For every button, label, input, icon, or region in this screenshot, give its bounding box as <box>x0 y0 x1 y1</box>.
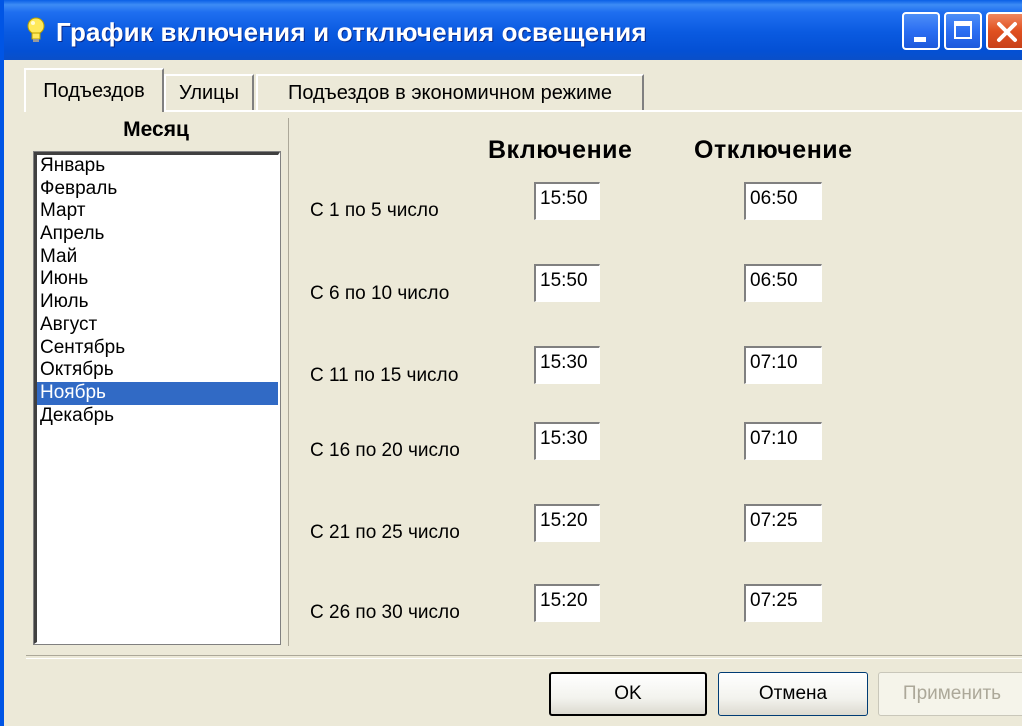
on-column-header: Включение <box>488 136 633 164</box>
month-list-item[interactable]: Июль <box>37 291 278 314</box>
lightbulb-icon <box>26 16 46 44</box>
on-time-field[interactable]: 15:30 <box>534 422 600 460</box>
tab-entrances[interactable]: Подъездов <box>24 68 164 112</box>
apply-button[interactable]: Применить <box>878 672 1022 716</box>
off-time-field[interactable]: 07:25 <box>744 504 822 542</box>
on-time-field[interactable]: 15:50 <box>534 264 600 302</box>
off-time-field[interactable]: 07:10 <box>744 346 822 384</box>
title-bar[interactable]: График включения и отключения освещения <box>4 0 1022 60</box>
panel-divider <box>288 118 289 646</box>
on-time-field[interactable]: 15:30 <box>534 346 600 384</box>
tab-streets[interactable]: Улицы <box>164 74 254 110</box>
range-label: С 26 по 30 число <box>310 602 460 623</box>
month-list-item[interactable]: Апрель <box>37 223 278 246</box>
off-time-field[interactable]: 06:50 <box>744 264 822 302</box>
range-label: С 1 по 5 число <box>310 200 439 221</box>
range-label: С 16 по 20 число <box>310 440 460 461</box>
off-time-field[interactable]: 06:50 <box>744 182 822 220</box>
minimize-button[interactable] <box>902 12 940 50</box>
month-list-item[interactable]: Февраль <box>37 178 278 201</box>
close-icon <box>997 22 1017 42</box>
ok-button[interactable]: OK <box>549 672 707 716</box>
month-list-item[interactable]: Март <box>37 200 278 223</box>
maximize-button[interactable] <box>944 12 982 50</box>
dialog-window: График включения и отключения освещения … <box>0 0 1022 726</box>
off-column-header: Отключение <box>694 136 853 164</box>
month-list-item[interactable]: Август <box>37 314 278 337</box>
off-time-field[interactable]: 07:25 <box>744 584 822 622</box>
cancel-button[interactable]: Отмена <box>718 672 868 716</box>
month-list-item[interactable]: Сентябрь <box>37 337 278 360</box>
off-time-field[interactable]: 07:10 <box>744 422 822 460</box>
on-time-field[interactable]: 15:50 <box>534 182 600 220</box>
footer-separator <box>26 655 1022 659</box>
on-time-field[interactable]: 15:20 <box>534 504 600 542</box>
month-list-header: Месяц <box>123 118 189 141</box>
window-title: График включения и отключения освещения <box>56 17 647 47</box>
close-button[interactable] <box>986 12 1022 50</box>
range-label: С 21 по 25 число <box>310 522 460 543</box>
tab-entrances-economy[interactable]: Подъездов в экономичном режиме <box>256 74 644 110</box>
range-label: С 6 по 10 число <box>310 283 450 304</box>
on-time-field[interactable]: 15:20 <box>534 584 600 622</box>
month-list-item[interactable]: Январь <box>37 155 278 178</box>
month-list-item[interactable]: Декабрь <box>37 405 278 428</box>
range-label: С 11 по 15 число <box>310 365 459 386</box>
month-list-item[interactable]: Май <box>37 246 278 269</box>
month-list-item[interactable]: Июнь <box>37 268 278 291</box>
month-list[interactable]: Январь Февраль Март Апрель Май Июнь Июль Август… <box>33 151 281 645</box>
month-list-item[interactable]: Ноябрь <box>37 381 278 405</box>
month-list-item[interactable]: Октябрь <box>37 359 278 382</box>
